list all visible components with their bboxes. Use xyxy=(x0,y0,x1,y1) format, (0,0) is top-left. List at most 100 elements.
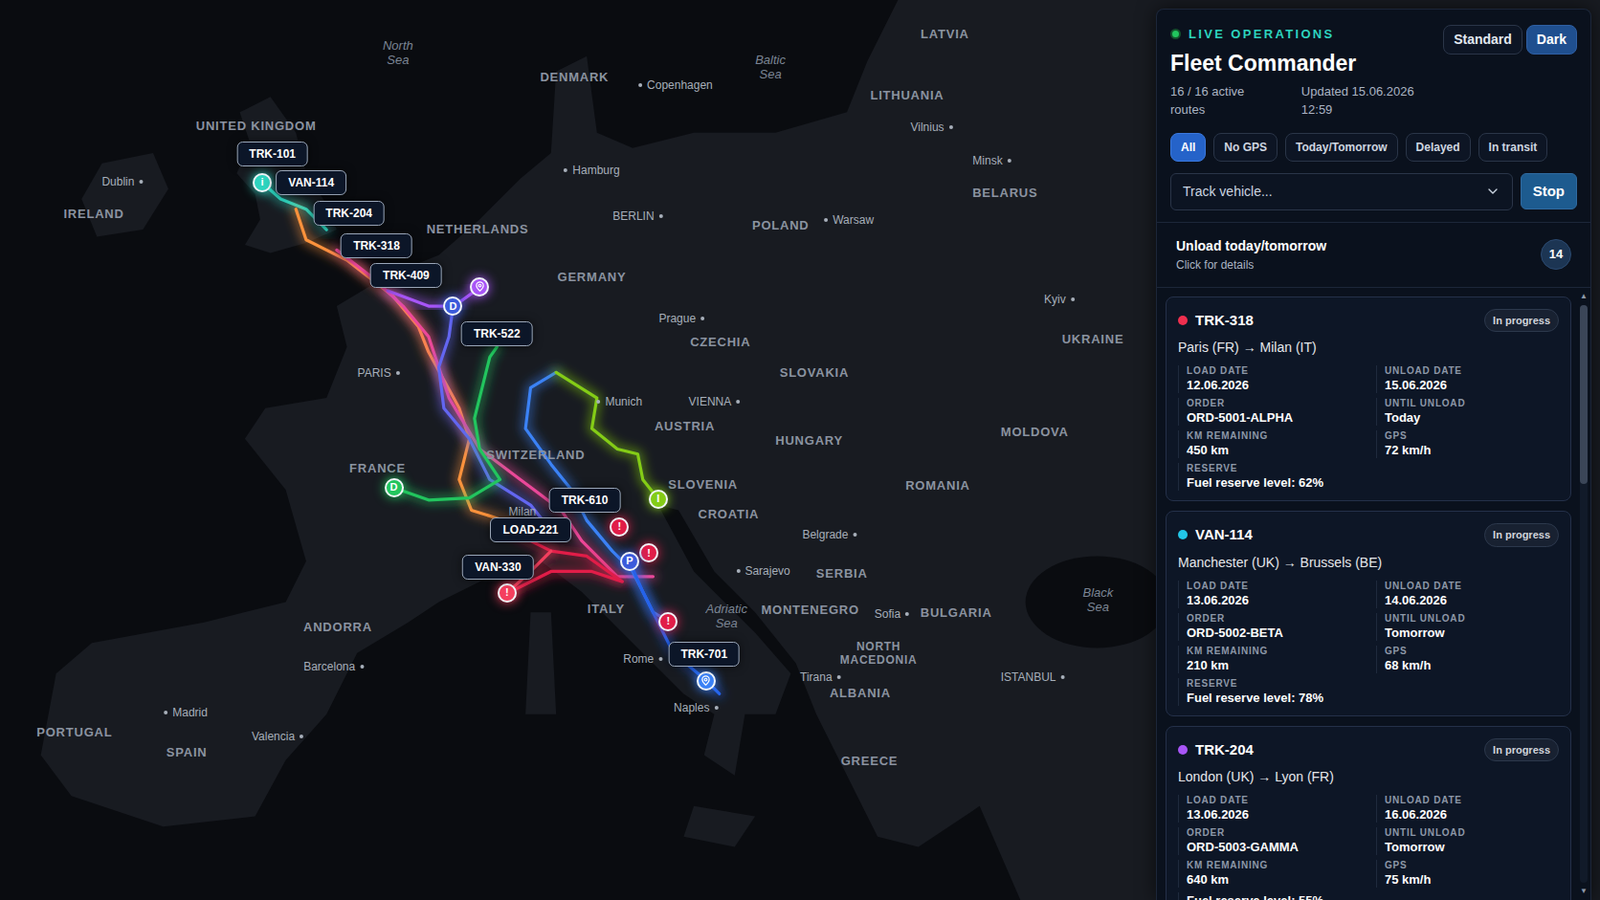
country-label: BELARUS xyxy=(972,183,1038,203)
country-label: POLAND xyxy=(752,216,810,236)
city-label: Sofia xyxy=(874,605,910,623)
status-dot xyxy=(1177,315,1188,326)
pin-icon xyxy=(700,675,712,687)
card-field: LOAD DATE12.06.2026 xyxy=(1177,365,1361,394)
map-marker[interactable] xyxy=(469,277,489,297)
country-label: CROATIA xyxy=(697,505,759,525)
city-dot xyxy=(905,612,910,617)
scrollbar[interactable]: ▲▼ xyxy=(1577,288,1591,900)
city-label: BERLIN xyxy=(612,207,663,225)
filter-chip[interactable]: Today/Tomorrow xyxy=(1285,133,1399,162)
map-marker[interactable]: ! xyxy=(609,517,629,537)
city-label: Warsaw xyxy=(823,211,874,229)
city-label: Minsk xyxy=(972,152,1011,170)
vehicle-badge[interactable]: TRK-610 xyxy=(549,488,622,513)
route[interactable] xyxy=(525,372,668,622)
status-badge: In progress xyxy=(1484,309,1559,334)
route[interactable] xyxy=(387,288,480,307)
scroll-up[interactable]: ▲ xyxy=(1579,291,1588,302)
card-field: UNLOAD DATE14.06.2026 xyxy=(1376,580,1559,609)
track-vehicle-select[interactable]: Track vehicle... xyxy=(1170,173,1513,211)
pin-icon xyxy=(474,281,486,292)
theme-toggle: StandardDark xyxy=(1443,24,1578,55)
route-text: Paris (FR) → Milan (IT) xyxy=(1177,337,1559,358)
country-label: GERMANY xyxy=(557,267,627,288)
sea-label: Black Sea xyxy=(1082,585,1113,615)
card-field: KM REMAINING640 km xyxy=(1177,860,1361,889)
route[interactable] xyxy=(295,209,511,524)
status-dot xyxy=(1177,530,1188,540)
country-label: SERBIA xyxy=(816,564,868,584)
country-label: MOLDOVA xyxy=(1000,423,1069,444)
unload-summary[interactable]: Unload today/tomorrowClick for details14 xyxy=(1156,222,1591,289)
city-dot xyxy=(700,316,705,321)
scroll-track xyxy=(1579,305,1588,885)
route[interactable] xyxy=(336,249,654,577)
map-marker[interactable]: D xyxy=(443,296,463,316)
country-label: SPAIN xyxy=(166,744,208,764)
map-marker[interactable]: P xyxy=(620,552,640,572)
map-marker[interactable]: I xyxy=(648,489,668,510)
city-dot xyxy=(658,657,663,662)
vehicle-badge[interactable]: TRK-409 xyxy=(370,263,443,289)
city-dot xyxy=(396,371,400,376)
city-dot xyxy=(138,179,143,184)
city-dot xyxy=(563,168,568,173)
filter-chip[interactable]: Delayed xyxy=(1405,133,1471,162)
card-field: GPS75 km/h xyxy=(1376,860,1559,889)
stop-button[interactable]: Stop xyxy=(1520,173,1578,211)
vehicle-card[interactable]: TRK-204In progressLondon (UK) → Lyon (FR… xyxy=(1165,726,1572,900)
card-field: UNTIL UNLOADTomorrow xyxy=(1376,613,1559,642)
status-badge: In progress xyxy=(1484,523,1559,548)
filter-chip[interactable]: All xyxy=(1170,133,1206,162)
map-marker[interactable]: ! xyxy=(658,612,678,632)
country-label: DENMARK xyxy=(539,67,609,88)
card-field: GPS68 km/h xyxy=(1376,645,1559,674)
vehicle-badge[interactable]: TRK-318 xyxy=(340,233,413,259)
country-label: GREECE xyxy=(841,752,899,772)
map-marker[interactable]: i xyxy=(252,173,272,193)
route[interactable] xyxy=(555,372,659,499)
theme-option[interactable]: Dark xyxy=(1526,24,1578,55)
scroll-thumb[interactable] xyxy=(1579,305,1588,485)
card-field: UNLOAD DATE16.06.2026 xyxy=(1376,795,1559,823)
map-marker[interactable]: D xyxy=(384,478,404,498)
vehicle-badge[interactable]: VAN-330 xyxy=(462,555,534,580)
route[interactable] xyxy=(394,347,501,501)
vehicle-badge[interactable]: TRK-522 xyxy=(461,321,534,347)
city-label: Hamburg xyxy=(563,161,620,179)
filter-chip[interactable]: No GPS xyxy=(1213,133,1278,162)
country-label: LATVIA xyxy=(920,25,970,45)
vehicle-badge[interactable]: TRK-204 xyxy=(312,200,385,226)
city-label: Naples xyxy=(673,699,718,717)
city-label: Rome xyxy=(622,650,663,668)
city-dot xyxy=(596,400,600,404)
card-field: ORDERORD-5002-BETA xyxy=(1177,613,1361,642)
country-label: UNITED KINGDOM xyxy=(196,117,317,137)
chevron-down-icon xyxy=(1485,183,1501,200)
country-label: MONTENEGRO xyxy=(760,600,859,621)
vehicle-card[interactable]: TRK-318In progressParis (FR) → Milan (IT… xyxy=(1165,296,1572,503)
theme-option[interactable]: Standard xyxy=(1443,24,1523,55)
card-field: UNTIL UNLOADToday xyxy=(1376,398,1559,426)
route[interactable] xyxy=(629,561,720,695)
sea-label: North Sea xyxy=(382,38,414,67)
card-field: ORDERORD-5001-ALPHA xyxy=(1177,398,1361,426)
country-label: ANDORRA xyxy=(303,618,373,638)
vehicle-badge[interactable]: VAN-114 xyxy=(275,170,347,196)
vehicle-card[interactable]: VAN-114In progressManchester (UK) → Brus… xyxy=(1165,511,1572,717)
vehicle-badge[interactable]: TRK-701 xyxy=(667,642,740,667)
fleet-commander-app: North SeaBaltic SeaAdriatic SeaBlack Sea… xyxy=(0,0,1600,900)
map-marker[interactable] xyxy=(696,671,716,691)
filter-chip[interactable]: In transit xyxy=(1478,133,1549,162)
map-marker[interactable]: ! xyxy=(497,583,517,603)
card-field: GPS72 km/h xyxy=(1376,430,1559,459)
card-reserve: RESERVEFuel reserve level: 78% xyxy=(1177,678,1559,707)
city-dot xyxy=(735,569,740,574)
city-label: Belgrade xyxy=(801,526,857,544)
vehicle-badge[interactable]: TRK-101 xyxy=(236,141,309,167)
map-marker[interactable]: ! xyxy=(639,543,659,563)
sea-label: Adriatic Sea xyxy=(706,601,748,631)
vehicle-badge[interactable]: LOAD-221 xyxy=(489,517,571,543)
scroll-down[interactable]: ▼ xyxy=(1579,887,1588,897)
